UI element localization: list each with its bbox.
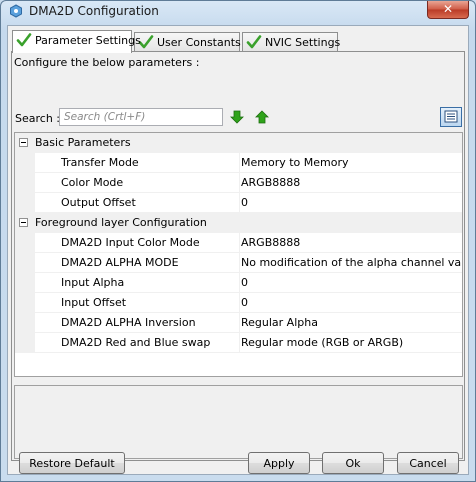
- property-row[interactable]: Transfer Mode Memory to Memory: [15, 153, 462, 173]
- description-panel: [14, 385, 463, 459]
- close-icon: ✕: [442, 2, 454, 16]
- property-value[interactable]: ARGB8888: [241, 173, 300, 193]
- tab-parameter-settings[interactable]: Parameter Settings: [12, 30, 141, 53]
- property-name: Input Alpha: [61, 276, 125, 289]
- tab-label: NVIC Settings: [265, 36, 341, 49]
- green-down-arrow-icon[interactable]: [230, 110, 244, 124]
- property-value[interactable]: No modification of the alpha channel val…: [241, 253, 462, 273]
- property-value[interactable]: Regular mode (RGB or ARGB): [241, 333, 403, 353]
- property-row[interactable]: Input Offset 0: [15, 293, 462, 313]
- property-name: Input Offset: [61, 296, 127, 309]
- property-name: Color Mode: [61, 176, 124, 189]
- list-view-icon: [444, 110, 458, 123]
- window-title: DMA2D Configuration: [29, 4, 159, 18]
- apply-button[interactable]: Apply: [248, 452, 310, 474]
- property-name: DMA2D ALPHA Inversion: [61, 316, 196, 329]
- property-value[interactable]: 0: [241, 293, 248, 313]
- dialog-window: DMA2D Configuration ✕ Parameter Settings…: [0, 0, 476, 482]
- collapse-icon[interactable]: [19, 138, 28, 147]
- tab-label: Parameter Settings: [35, 34, 141, 47]
- green-up-arrow-icon[interactable]: [255, 110, 269, 124]
- collapse-icon[interactable]: [19, 218, 28, 227]
- property-value[interactable]: ARGB8888: [241, 233, 300, 253]
- restore-default-button[interactable]: Restore Default: [19, 452, 125, 474]
- search-label: Search :: [15, 112, 60, 125]
- property-name: Transfer Mode: [61, 156, 139, 169]
- list-view-toggle-button[interactable]: [440, 107, 462, 127]
- property-name: Output Offset: [61, 196, 136, 209]
- property-grid: Basic Parameters Transfer Mode Memory to…: [14, 132, 463, 377]
- parameter-settings-panel: Configure the below parameters : Search …: [11, 51, 465, 461]
- ok-button[interactable]: Ok: [322, 452, 384, 474]
- property-name: DMA2D Input Color Mode: [61, 236, 200, 249]
- tab-nvic-settings[interactable]: NVIC Settings: [242, 32, 341, 52]
- tab-user-constants[interactable]: User Constants: [134, 32, 241, 52]
- group-row-basic-parameters[interactable]: Basic Parameters: [15, 133, 462, 153]
- property-row[interactable]: Output Offset 0: [15, 193, 462, 213]
- property-row[interactable]: Color Mode ARGB8888: [15, 173, 462, 193]
- group-label: Basic Parameters: [35, 136, 131, 149]
- group-label: Foreground layer Configuration: [35, 216, 207, 229]
- app-icon: [10, 4, 22, 18]
- property-row[interactable]: DMA2D Input Color Mode ARGB8888: [15, 233, 462, 253]
- cancel-button[interactable]: Cancel: [397, 452, 459, 474]
- group-row-foreground-layer[interactable]: Foreground layer Configuration: [15, 213, 462, 233]
- property-value[interactable]: Memory to Memory: [241, 153, 349, 173]
- property-name: DMA2D Red and Blue swap: [61, 336, 211, 349]
- property-row[interactable]: DMA2D ALPHA MODE No modification of the …: [15, 253, 462, 273]
- property-value[interactable]: 0: [241, 273, 248, 293]
- property-name: DMA2D ALPHA MODE: [61, 256, 179, 269]
- property-row[interactable]: DMA2D ALPHA Inversion Regular Alpha: [15, 313, 462, 333]
- instructions-label: Configure the below parameters :: [14, 56, 200, 69]
- property-value[interactable]: Regular Alpha: [241, 313, 318, 333]
- green-check-icon: [16, 33, 32, 47]
- title-bar[interactable]: DMA2D Configuration ✕: [1, 1, 475, 23]
- close-button[interactable]: ✕: [427, 1, 469, 19]
- property-value[interactable]: 0: [241, 193, 248, 213]
- dialog-body: Parameter Settings User Constants NVIC S…: [7, 25, 469, 475]
- property-row[interactable]: DMA2D Red and Blue swap Regular mode (RG…: [15, 333, 462, 353]
- property-row[interactable]: Input Alpha 0: [15, 273, 462, 293]
- tab-label: User Constants: [157, 36, 241, 49]
- green-check-icon: [246, 35, 262, 49]
- search-input[interactable]: [59, 108, 223, 126]
